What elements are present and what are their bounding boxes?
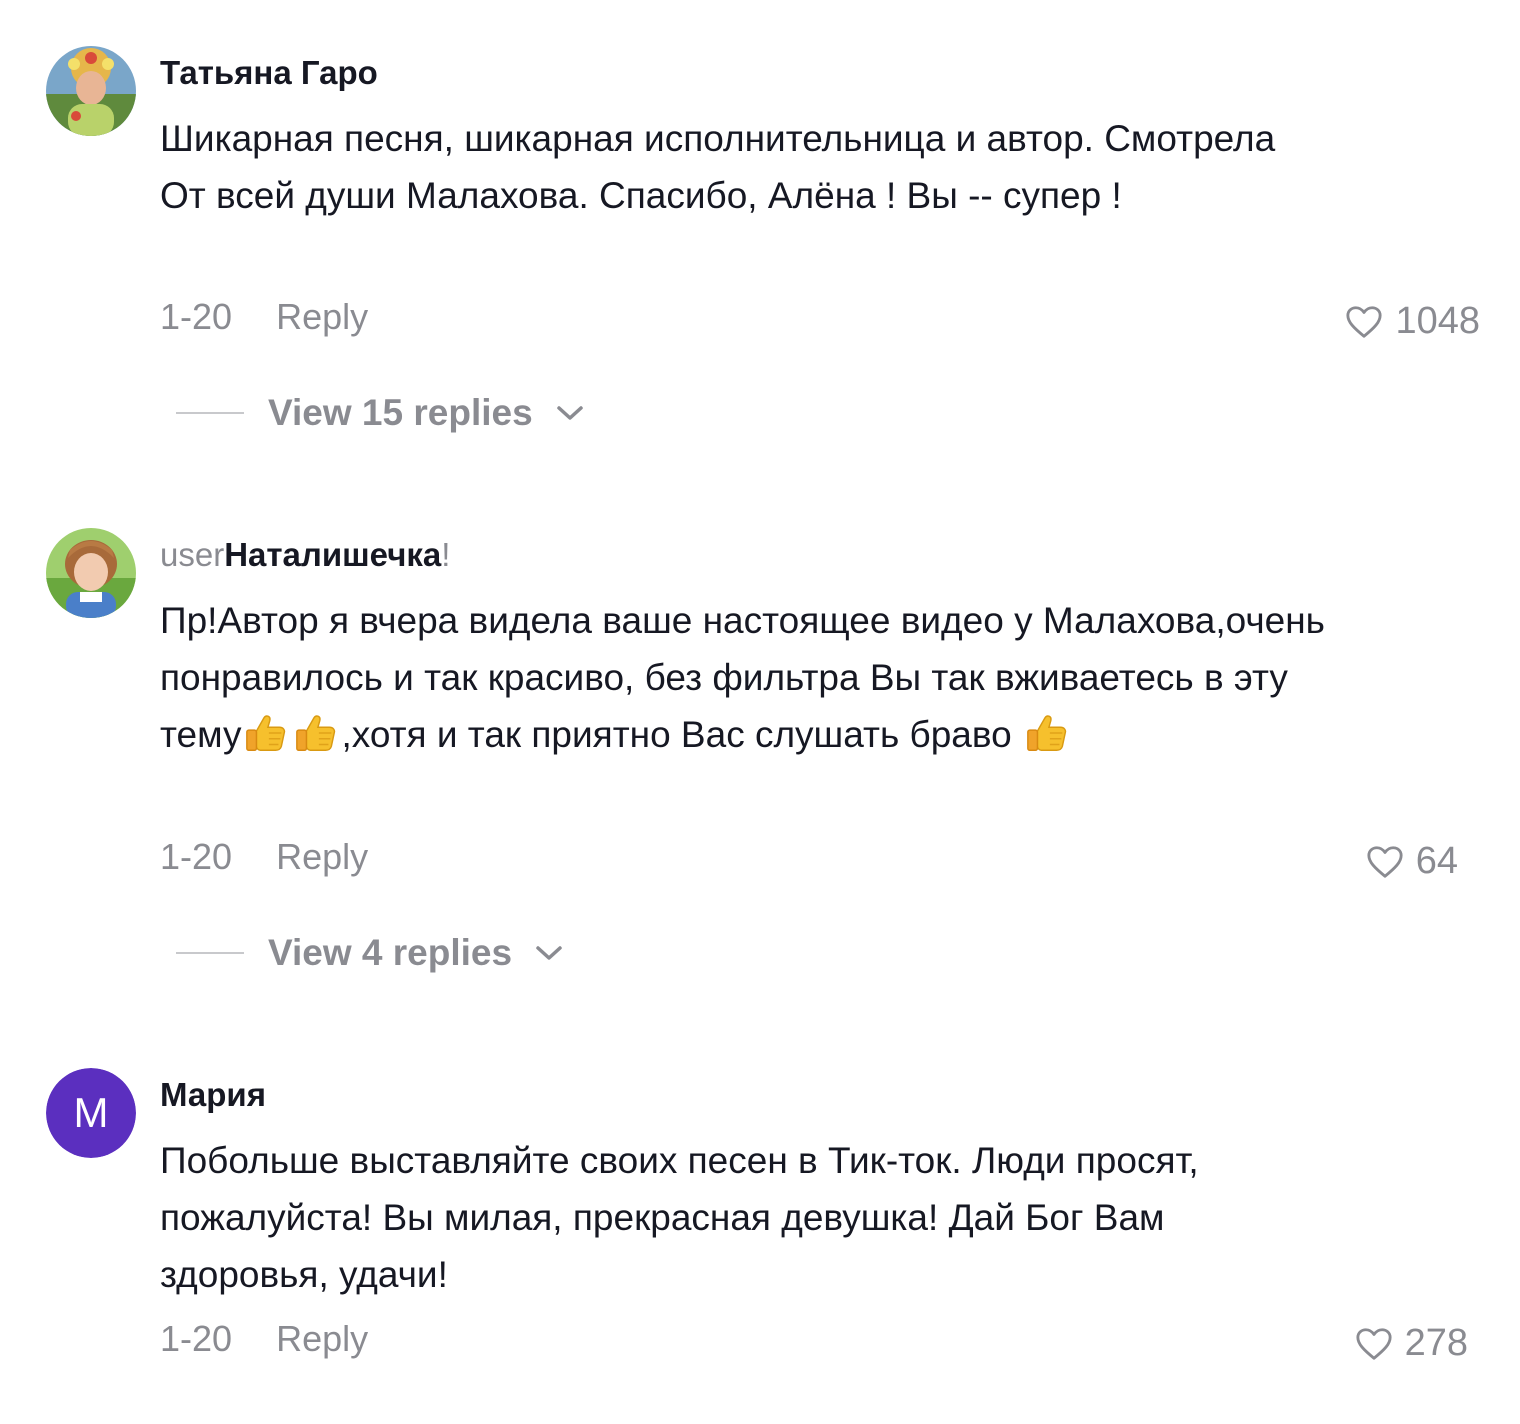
chevron-down-icon — [534, 943, 564, 963]
heart-outline-icon — [1366, 844, 1404, 880]
thumbs-up-emoji — [293, 710, 339, 756]
avatar[interactable] — [46, 46, 136, 136]
view-replies-label: View 15 replies — [268, 392, 533, 433]
comment-meta: 1-20 Reply — [160, 836, 368, 878]
comment-text: Пр!Автор я вчера видела ваше настоящее в… — [160, 592, 1330, 763]
reply-button[interactable]: Reply — [276, 1318, 368, 1359]
avatar[interactable]: M — [46, 1068, 136, 1158]
reply-button[interactable]: Reply — [276, 836, 368, 877]
thumbs-up-emoji — [243, 710, 289, 756]
avatar-photo — [46, 528, 136, 618]
like-button[interactable]: 64 — [1366, 840, 1458, 883]
comment-text: Побольше выставляйте своих песен в Тик-т… — [160, 1140, 1199, 1295]
username-main: Наталишечка — [224, 536, 442, 573]
view-replies-button[interactable]: View 4 replies — [176, 932, 564, 974]
comment-username[interactable]: Татьяна Гаро — [160, 54, 378, 92]
username-prefix: user — [160, 536, 225, 573]
comment-text: Шикарная песня, шикарная исполнительница… — [160, 118, 1276, 216]
like-count: 278 — [1404, 1322, 1468, 1364]
heart-outline-icon — [1355, 1326, 1393, 1362]
like-count: 64 — [1415, 840, 1458, 882]
comment-text-part: ,хотя и так приятно Вас слушать браво — [341, 714, 1022, 755]
like-button[interactable]: 1048 — [1345, 300, 1480, 343]
username-suffix: ! — [441, 536, 451, 573]
comment-date: 1-20 — [160, 1318, 233, 1359]
chevron-down-icon — [555, 403, 585, 423]
comment-username[interactable]: userНаталишечка! — [160, 536, 450, 574]
thumbs-up-emoji — [1024, 710, 1070, 756]
view-replies-label: View 4 replies — [268, 932, 513, 973]
like-button[interactable]: 278 — [1355, 1322, 1468, 1365]
avatar-letter: M — [46, 1068, 136, 1158]
like-count: 1048 — [1395, 300, 1480, 342]
divider — [176, 952, 244, 954]
heart-outline-icon — [1345, 304, 1383, 340]
comment-date: 1-20 — [160, 296, 233, 337]
avatar-photo — [46, 46, 136, 136]
view-replies-button[interactable]: View 15 replies — [176, 392, 585, 434]
reply-button[interactable]: Reply — [276, 296, 368, 337]
divider — [176, 412, 244, 414]
comment-meta: 1-20 Reply — [160, 1318, 368, 1360]
avatar[interactable] — [46, 528, 136, 618]
comment-meta: 1-20 Reply — [160, 296, 368, 338]
comment-username[interactable]: Мария — [160, 1076, 266, 1114]
comment-date: 1-20 — [160, 836, 233, 877]
